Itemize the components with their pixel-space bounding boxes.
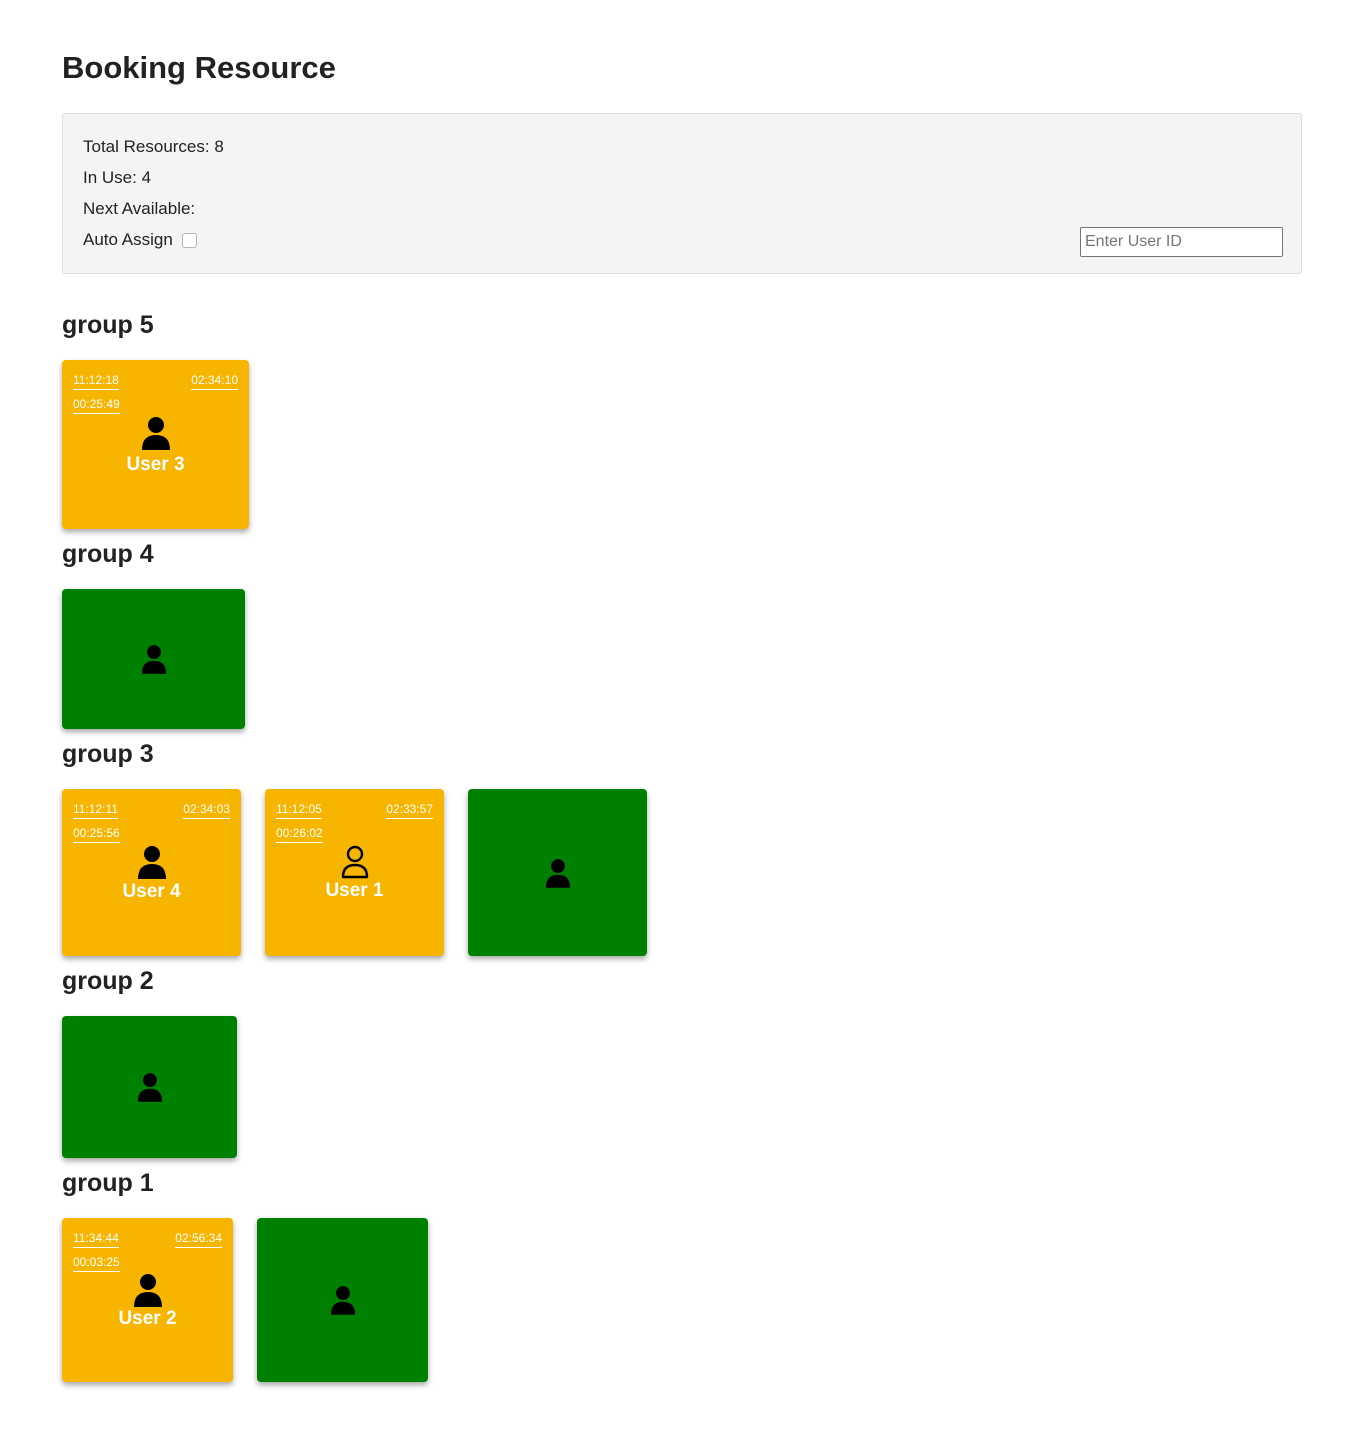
total-resources-text: Total Resources: 8: [83, 137, 224, 156]
auto-assign-checkbox[interactable]: [181, 232, 197, 248]
resource-card-free[interactable]: [468, 789, 647, 956]
end-time: 02:34:10: [191, 373, 238, 390]
end-time: 02:33:57: [386, 802, 433, 819]
next-available-text: Next Available:: [83, 199, 196, 218]
end-time: 02:56:34: [175, 1231, 222, 1248]
start-time: 11:12:11: [73, 802, 118, 819]
user-name: User 4: [122, 881, 181, 902]
user-solid-icon: [330, 1286, 355, 1315]
resource-card-busy[interactable]: 11:12:11 02:34:03 00:25:56 User 4: [62, 789, 241, 956]
elapsed-time: 00:25:49: [73, 397, 120, 414]
start-time: 11:12:18: [73, 373, 119, 390]
user-solid-icon: [545, 858, 570, 888]
user-solid-icon: [137, 846, 166, 879]
user-name: User 3: [126, 454, 185, 475]
in-use-text: In Use: 4: [83, 168, 152, 187]
resource-card-busy[interactable]: 11:34:44 02:56:34 00:03:25 User 2: [62, 1218, 233, 1382]
auto-assign-label: Auto Assign: [83, 230, 173, 249]
summary-panel: Total Resources: 8 In Use: 4 Next Availa…: [62, 113, 1302, 274]
end-time: 02:34:03: [183, 802, 230, 819]
elapsed-time: 00:26:02: [276, 826, 323, 843]
group-title: group 4: [62, 540, 154, 568]
user-outline-icon: [341, 845, 368, 879]
page-title: Booking Resource: [62, 50, 336, 85]
user-solid-icon: [141, 645, 166, 674]
resource-card-busy[interactable]: 11:12:18 02:34:10 00:25:49 User 3: [62, 360, 249, 529]
start-time: 11:34:44: [73, 1231, 119, 1248]
user-name: User 2: [118, 1308, 177, 1329]
elapsed-time: 00:25:56: [73, 826, 120, 843]
resource-card-free[interactable]: [257, 1218, 428, 1382]
resource-card-free[interactable]: [62, 589, 245, 729]
user-solid-icon: [141, 417, 170, 450]
resource-card-free[interactable]: [62, 1016, 237, 1158]
elapsed-time: 00:03:25: [73, 1255, 120, 1272]
user-solid-icon: [137, 1073, 162, 1102]
group-title: group 5: [62, 311, 154, 339]
group-title: group 3: [62, 740, 154, 768]
user-id-input[interactable]: [1080, 227, 1283, 257]
group-title: group 2: [62, 967, 154, 995]
start-time: 11:12:05: [276, 802, 322, 819]
user-name: User 1: [325, 880, 384, 901]
resource-card-busy[interactable]: 11:12:05 02:33:57 00:26:02 User 1: [265, 789, 444, 956]
user-solid-icon: [133, 1274, 162, 1307]
group-title: group 1: [62, 1169, 154, 1197]
auto-assign-row: Auto Assign: [83, 230, 197, 250]
